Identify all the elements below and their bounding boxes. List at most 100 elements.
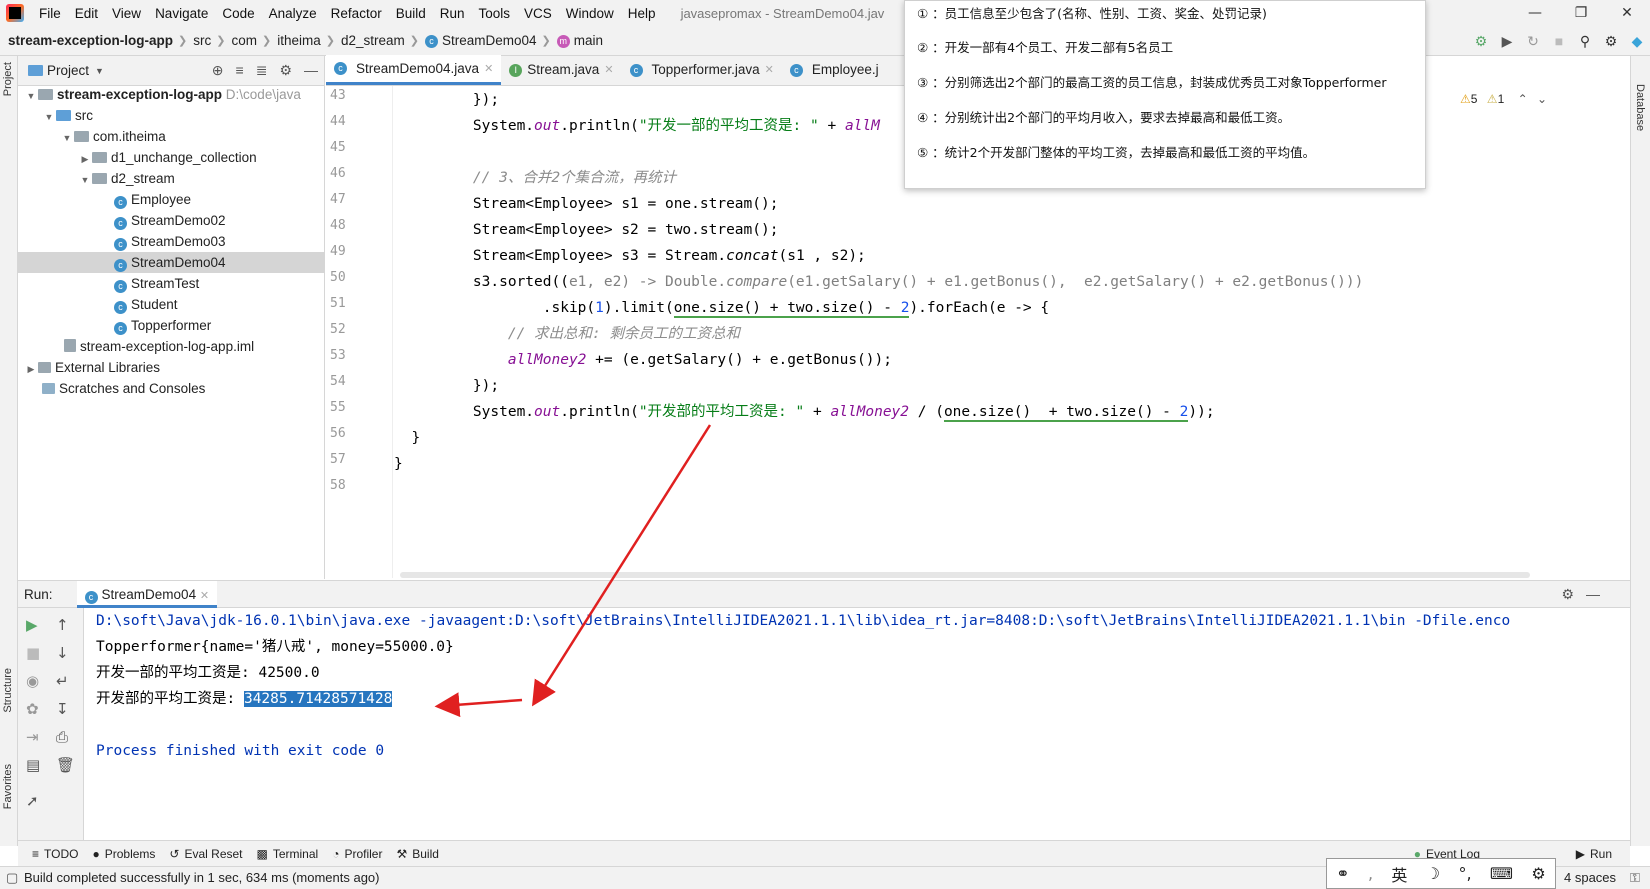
tree-item-external-libraries[interactable]: ▶ External Libraries: [18, 357, 325, 378]
breadcrumb-class[interactable]: c StreamDemo04: [421, 33, 540, 48]
menu-analyze[interactable]: Analyze: [262, 6, 324, 21]
tree-item-student[interactable]: c Student: [18, 294, 325, 315]
tree-item-streamdemo02[interactable]: c StreamDemo02: [18, 210, 325, 231]
profiler-tool-button[interactable]: ◔ Profiler: [332, 847, 382, 861]
breadcrumb-com[interactable]: com: [227, 33, 260, 48]
tree-item-d2[interactable]: ▼ d2_stream: [18, 168, 325, 189]
tree-item-streamdemo03[interactable]: c StreamDemo03: [18, 231, 325, 252]
editor-horizontal-scrollbar[interactable]: [400, 572, 1530, 578]
structure-tool-tab[interactable]: Structure: [2, 668, 14, 713]
close-icon[interactable]: ✕: [1604, 0, 1650, 26]
selected-result-value[interactable]: 34285.71428571428: [243, 691, 393, 707]
pin-tab-icon[interactable]: ➚: [26, 792, 39, 810]
minimize-icon[interactable]: —: [1512, 0, 1558, 26]
tree-item-src[interactable]: ▼ src: [18, 105, 325, 126]
tree-item-package[interactable]: ▼ com.itheima: [18, 126, 325, 147]
menu-view[interactable]: View: [105, 6, 148, 21]
exit-icon[interactable]: ⇥: [26, 728, 39, 746]
chevron-down-icon[interactable]: ⌄: [1537, 92, 1547, 106]
menu-code[interactable]: Code: [215, 6, 261, 21]
jetbrains-toolbox-icon[interactable]: ◆: [1624, 33, 1650, 50]
breadcrumb-project[interactable]: stream-exception-log-app: [0, 33, 176, 48]
scroll-up-icon[interactable]: ↑: [56, 616, 69, 634]
chevron-down-icon[interactable]: ▼: [95, 66, 104, 76]
console-output[interactable]: D:\soft\Java\jdk-16.0.1\bin\java.exe -ja…: [84, 608, 1630, 840]
ime-language[interactable]: 英: [1391, 862, 1407, 886]
breadcrumb-src[interactable]: src: [189, 33, 214, 48]
menu-vcs[interactable]: VCS: [517, 6, 559, 21]
soft-wrap-icon[interactable]: ↵: [56, 672, 69, 690]
menu-build[interactable]: Build: [389, 6, 433, 21]
tree-root[interactable]: ▼ stream-exception-log-app D:\code\java: [18, 84, 325, 105]
run-tab[interactable]: c StreamDemo04 ✕: [76, 580, 218, 608]
project-tool-tab[interactable]: Project: [2, 62, 14, 96]
menu-window[interactable]: Window: [559, 6, 621, 21]
gear-icon[interactable]: ⚙: [1561, 586, 1574, 603]
tree-item-iml[interactable]: stream-exception-log-app.iml: [18, 336, 325, 357]
tab-topperformer[interactable]: c Topperformer.java ✕: [622, 55, 782, 85]
moon-icon[interactable]: ☽: [1426, 864, 1440, 883]
inspection-widget[interactable]: ⚠5 ⚠1 ⌃ ⌄: [1460, 92, 1547, 106]
tree-item-streamtest[interactable]: c StreamTest: [18, 273, 325, 294]
tree-item-d1[interactable]: ▶ d1_unchange_collection: [18, 147, 325, 168]
status-message[interactable]: Build completed successfully in 1 sec, 6…: [24, 867, 380, 889]
tab-stream[interactable]: I Stream.java ✕: [501, 55, 621, 85]
pin-icon[interactable]: ✿: [26, 700, 39, 718]
breadcrumb-d2-stream[interactable]: d2_stream: [337, 33, 408, 48]
chevron-up-icon[interactable]: ⌃: [1518, 92, 1528, 106]
punctuation-icon[interactable]: °,: [1458, 864, 1471, 883]
favorites-tool-tab[interactable]: Favorites: [2, 764, 14, 809]
coverage-icon[interactable]: ▶: [1494, 33, 1520, 50]
layout-icon[interactable]: ▤: [26, 756, 40, 774]
hide-icon[interactable]: —: [1586, 586, 1600, 602]
hide-icon[interactable]: —: [304, 62, 318, 79]
tree-item-scratches[interactable]: Scratches and Consoles: [18, 378, 325, 399]
todo-tool-button[interactable]: ≡ TODO: [32, 847, 78, 861]
tab-streamdemo04[interactable]: c StreamDemo04.java ✕: [326, 54, 502, 85]
breadcrumb-itheima[interactable]: itheima: [273, 33, 324, 48]
stop-icon[interactable]: ■: [1546, 33, 1572, 49]
ime-settings-gear-icon[interactable]: ⚙: [1531, 864, 1545, 883]
scroll-to-end-icon[interactable]: ↧: [56, 700, 69, 718]
scroll-down-icon[interactable]: ↓: [56, 644, 69, 662]
eval-reset-tool-button[interactable]: ↺ Eval Reset: [169, 847, 242, 861]
problems-tool-button[interactable]: ● Problems: [92, 847, 155, 861]
menu-navigate[interactable]: Navigate: [148, 6, 215, 21]
menu-edit[interactable]: Edit: [68, 6, 105, 21]
tree-item-streamdemo04[interactable]: c StreamDemo04: [18, 252, 325, 273]
restore-icon[interactable]: ❐: [1558, 0, 1604, 26]
menu-refactor[interactable]: Refactor: [324, 6, 389, 21]
close-tab-icon[interactable]: ✕: [484, 54, 493, 84]
keyboard-icon[interactable]: ⌨: [1490, 864, 1513, 883]
gear-icon[interactable]: ⚙: [279, 62, 292, 79]
ime-logo-icon[interactable]: ⚭: [1336, 864, 1349, 883]
close-tab-icon[interactable]: ✕: [765, 55, 774, 85]
expand-all-icon[interactable]: ≡: [236, 62, 244, 79]
close-tab-icon[interactable]: ✕: [604, 55, 613, 85]
collapse-all-icon[interactable]: ≣: [256, 62, 268, 79]
terminal-tool-button[interactable]: ▩ Terminal: [257, 847, 319, 861]
profile-icon[interactable]: ↻: [1520, 33, 1546, 50]
print-icon[interactable]: ⎙: [56, 728, 68, 746]
menu-help[interactable]: Help: [621, 6, 663, 21]
settings-gear-icon[interactable]: ⚙: [1598, 33, 1624, 50]
menu-run[interactable]: Run: [433, 6, 472, 21]
camera-icon[interactable]: ◉: [26, 672, 39, 690]
run-tool-button[interactable]: ▶ Run: [1576, 847, 1612, 861]
menu-file[interactable]: File: [32, 6, 68, 21]
trash-icon[interactable]: 🗑: [56, 756, 75, 774]
project-panel-title[interactable]: Project: [47, 63, 89, 78]
build-tool-button[interactable]: ⚒ Build: [396, 847, 438, 861]
stop-icon[interactable]: ■: [26, 644, 40, 662]
debug-icon[interactable]: ⚙: [1468, 33, 1494, 50]
menu-tools[interactable]: Tools: [472, 6, 518, 21]
database-tool-tab[interactable]: Database: [1634, 84, 1646, 131]
lock-icon[interactable]: ⚿: [1630, 867, 1640, 889]
breadcrumb-method[interactable]: m main: [553, 33, 606, 48]
close-tab-icon[interactable]: ✕: [200, 590, 209, 602]
indent-setting[interactable]: 4 spaces: [1564, 867, 1616, 889]
locate-icon[interactable]: ⊕: [212, 62, 224, 79]
rerun-icon[interactable]: ▶: [26, 616, 38, 634]
search-icon[interactable]: ⚲: [1572, 33, 1598, 50]
tree-item-topperformer[interactable]: c Topperformer: [18, 315, 325, 336]
